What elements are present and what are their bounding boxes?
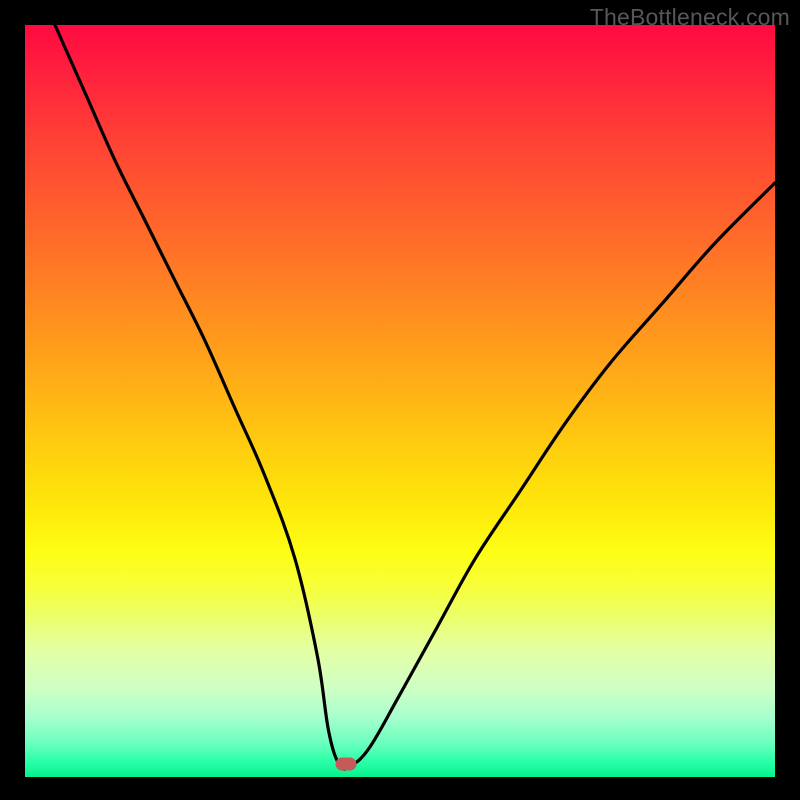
chart-frame: TheBottleneck.com: [0, 0, 800, 800]
plot-area: [25, 25, 775, 777]
curve-path: [55, 25, 775, 769]
bottleneck-curve: [25, 25, 775, 777]
optimal-marker: [336, 758, 357, 771]
watermark-text: TheBottleneck.com: [590, 4, 790, 31]
